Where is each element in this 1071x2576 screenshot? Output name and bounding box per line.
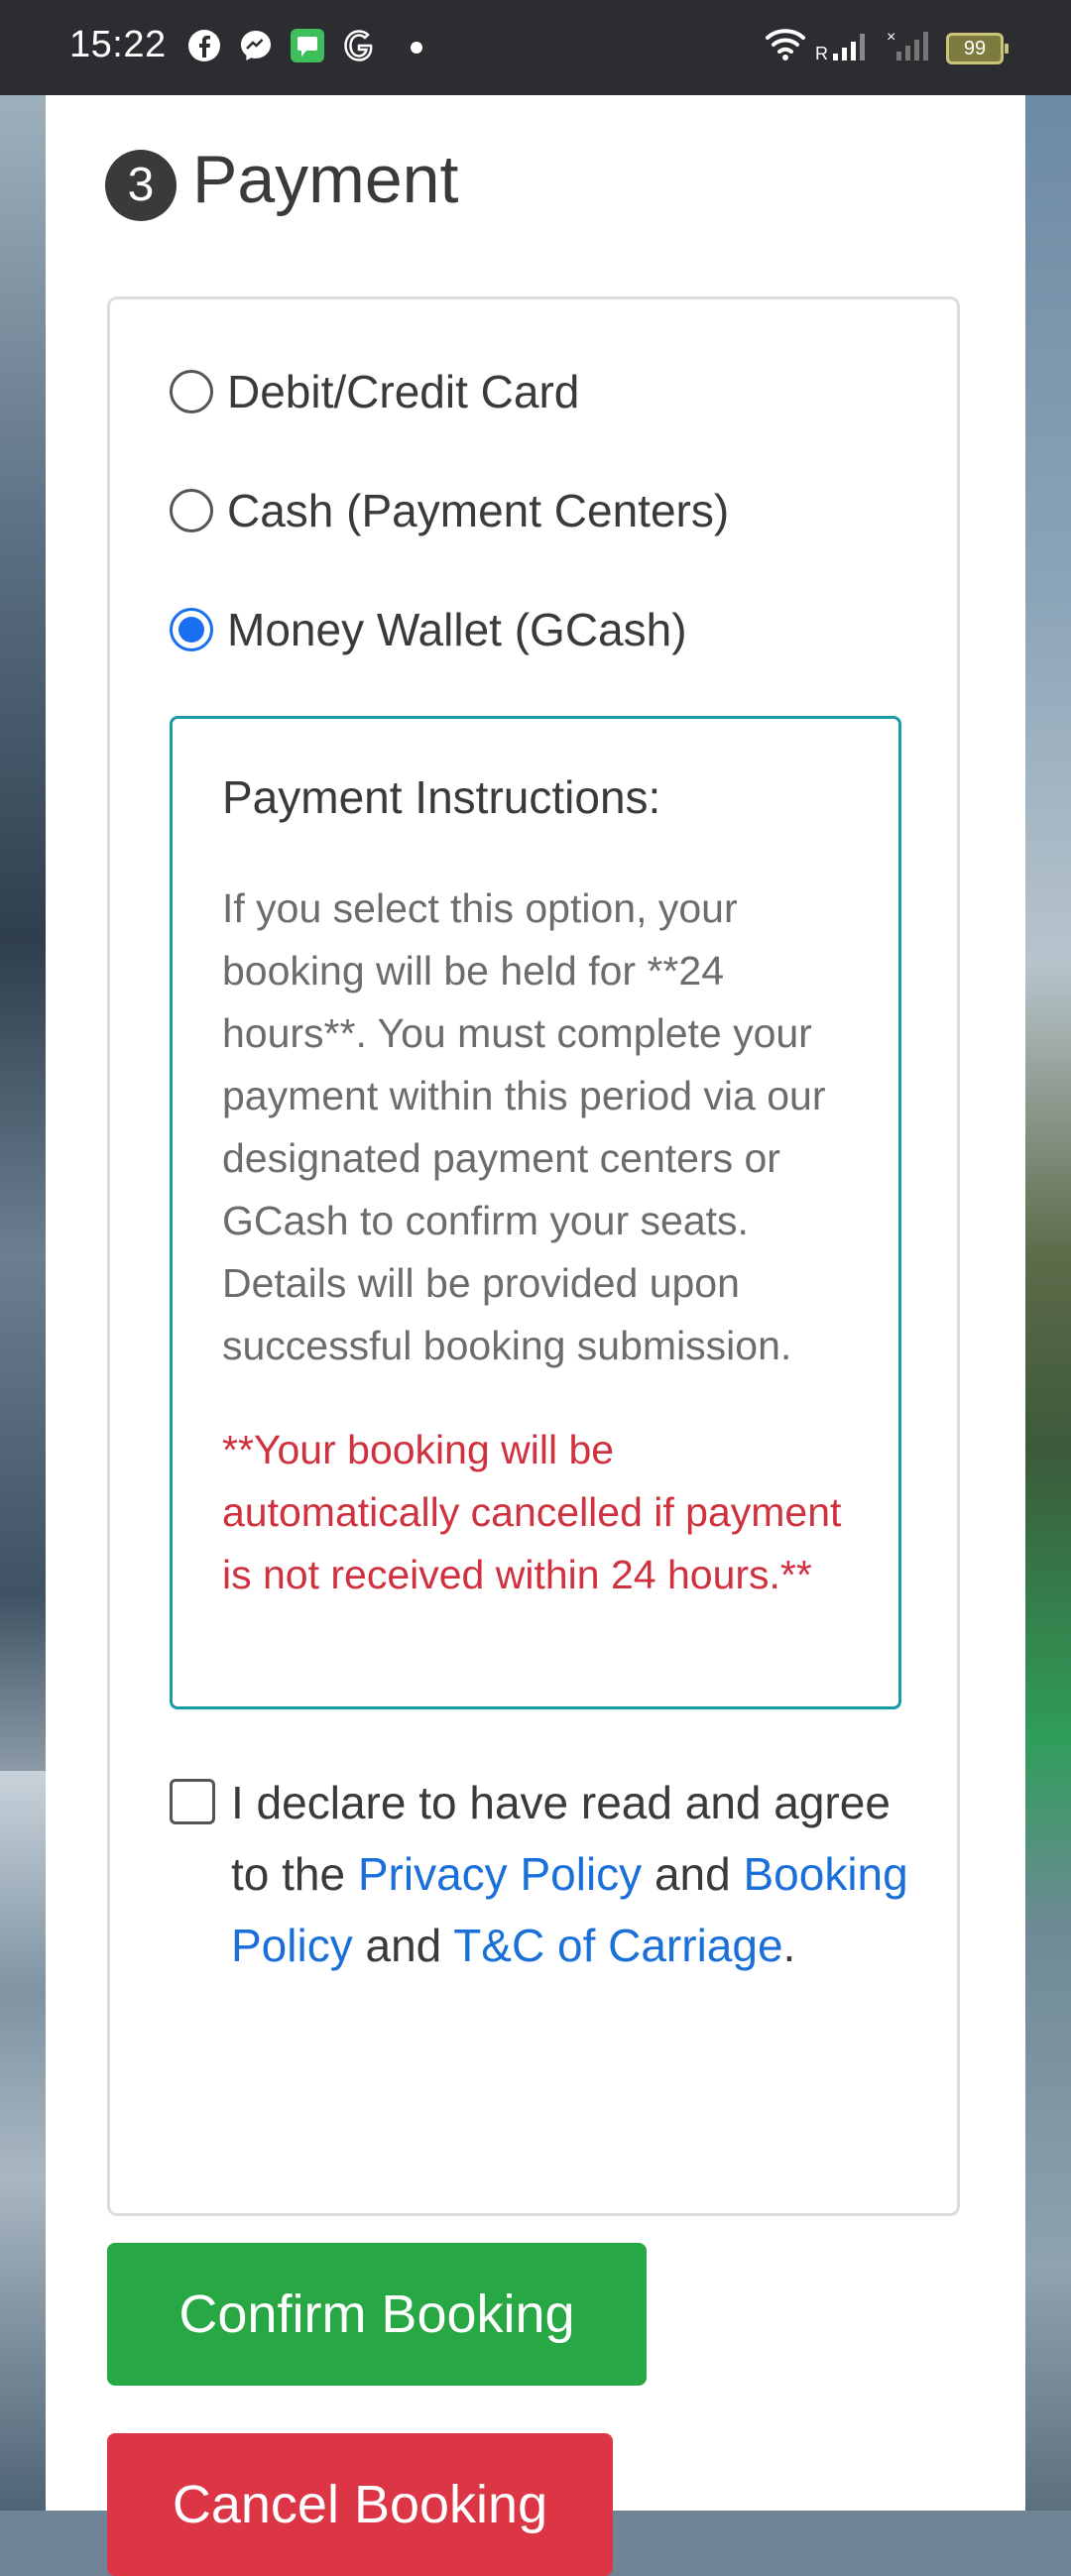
agreement-checkbox[interactable] — [170, 1779, 215, 1824]
step-number-badge: 3 — [105, 150, 177, 221]
radio-button-selected[interactable] — [170, 608, 213, 651]
section-title: Payment — [192, 142, 459, 217]
status-time: 15:22 — [69, 24, 167, 65]
svg-text:×: × — [887, 29, 895, 46]
tc-of-carriage-link[interactable]: T&C of Carriage — [453, 1920, 782, 1971]
more-notifications-dot — [411, 42, 422, 54]
payment-option-card[interactable]: Debit/Credit Card — [170, 365, 579, 418]
g-icon — [344, 30, 373, 61]
privacy-policy-link[interactable]: Privacy Policy — [358, 1848, 642, 1900]
agreement-text-part: and — [642, 1848, 744, 1900]
chat-icon — [291, 29, 324, 62]
battery-icon: 99 — [946, 33, 1009, 64]
agreement-text-part: and — [352, 1920, 454, 1971]
payment-option-label: Cash (Payment Centers) — [227, 485, 730, 536]
status-bar: 15:22 R × 99 — [0, 0, 1071, 95]
payment-panel: Debit/Credit Card Cash (Payment Centers)… — [107, 296, 960, 2216]
booking-form-card: 3 Payment Debit/Credit Card Cash (Paymen… — [46, 95, 1025, 2576]
signal-icon-sim2: × — [887, 29, 928, 60]
signal-icon: R — [815, 34, 865, 63]
payment-option-cash[interactable]: Cash (Payment Centers) — [170, 484, 729, 537]
messenger-icon — [241, 31, 271, 60]
radio-button[interactable] — [170, 370, 213, 413]
instructions-warning: **Your booking will be automatically can… — [222, 1427, 842, 1597]
agreement-text: I declare to have read and agree to the … — [231, 1767, 925, 1981]
agreement-text-part: . — [782, 1920, 796, 1971]
background-right-strip — [1023, 95, 1071, 2511]
payment-option-label: Money Wallet (GCash) — [227, 604, 687, 655]
payment-option-gcash[interactable]: Money Wallet (GCash) — [170, 603, 687, 656]
instructions-body: If you select this option, your booking … — [222, 885, 826, 1368]
cancel-booking-button[interactable]: Cancel Booking — [107, 2433, 613, 2576]
payment-option-label: Debit/Credit Card — [227, 366, 580, 417]
payment-instructions-box: Payment Instructions: If you select this… — [170, 716, 901, 1709]
roaming-indicator: R — [815, 44, 828, 63]
facebook-icon — [188, 30, 220, 61]
wifi-icon — [766, 29, 805, 60]
confirm-booking-button[interactable]: Confirm Booking — [107, 2243, 647, 2386]
instructions-title: Payment Instructions: — [222, 771, 661, 823]
radio-button[interactable] — [170, 489, 213, 532]
